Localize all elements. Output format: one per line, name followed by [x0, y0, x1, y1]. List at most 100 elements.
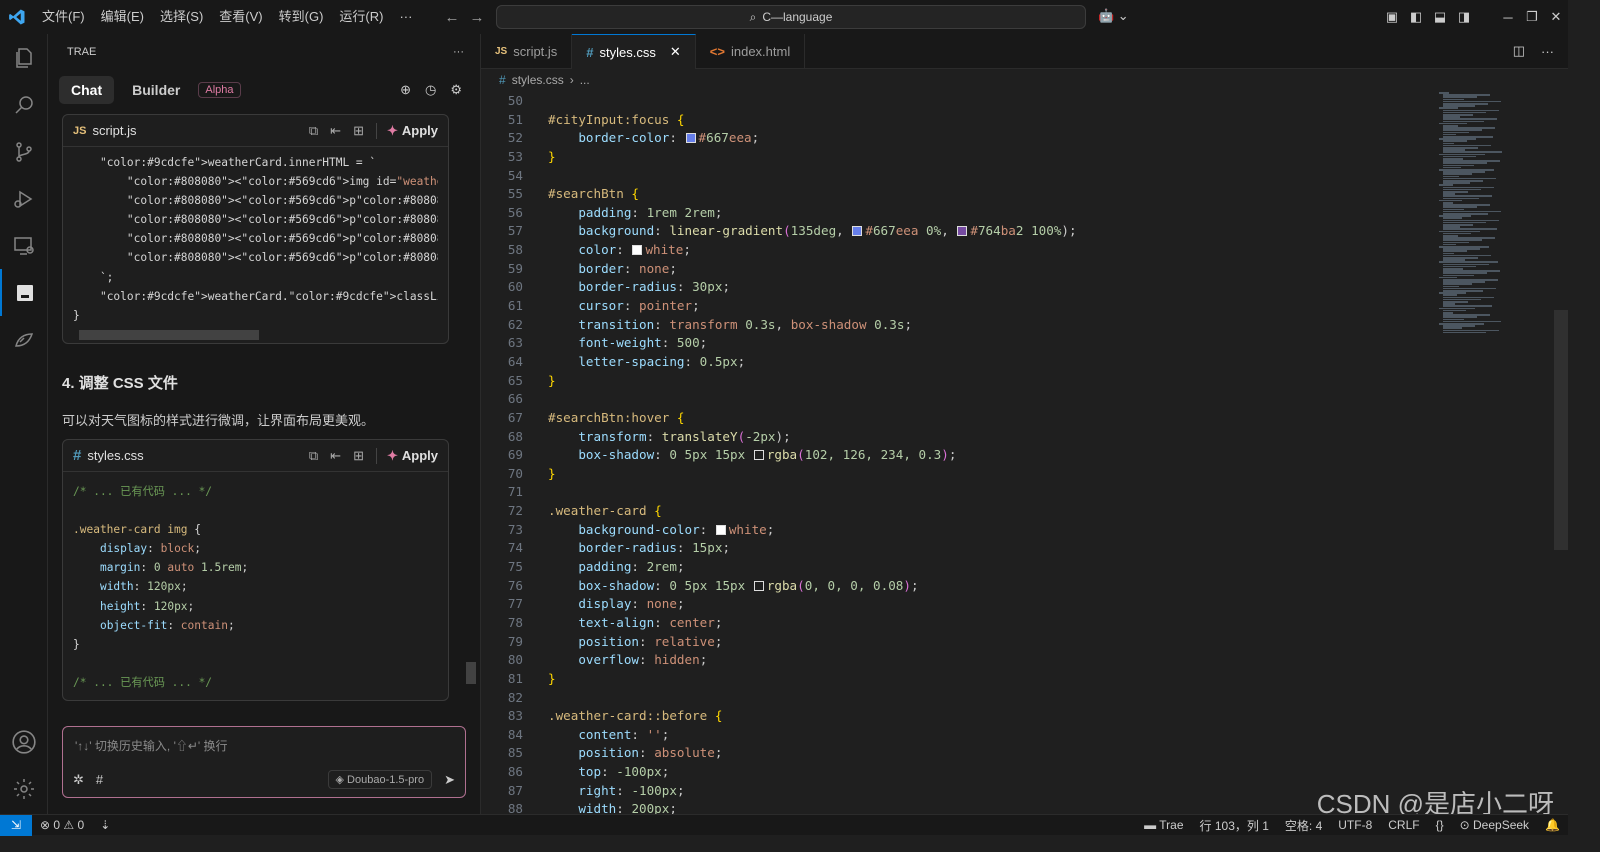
- restore-button[interactable]: ❐: [1520, 9, 1544, 25]
- source-control-icon[interactable]: [0, 128, 48, 175]
- editor-area: JS script.js # styles.css ✕ <> index.html ◫ ··· …: [481, 34, 1568, 814]
- code-line: 65}: [481, 372, 1481, 391]
- run-debug-icon[interactable]: [0, 175, 48, 222]
- history-icon[interactable]: ◷: [425, 82, 436, 98]
- remote-explorer-icon[interactable]: [0, 222, 48, 269]
- account-icon[interactable]: [0, 718, 48, 765]
- notifications-icon[interactable]: 🔔: [1537, 818, 1568, 832]
- tab-script-js[interactable]: JS script.js: [481, 34, 573, 69]
- chat-input-box[interactable]: '↑↓' 切换历史输入, '⇧↵' 换行 ✲ # ◈ Doubao-1.5-pr…: [62, 726, 466, 798]
- panel-scrollbar[interactable]: [466, 662, 476, 684]
- breadcrumb: # styles.css › ...: [481, 69, 1568, 91]
- breadcrumb-file[interactable]: styles.css: [512, 73, 564, 87]
- trae-status[interactable]: ▬ Trae: [1136, 818, 1191, 832]
- add-file-icon[interactable]: ⊞: [353, 448, 364, 464]
- close-icon[interactable]: ✕: [670, 44, 681, 60]
- apply-button[interactable]: ✦ Apply: [375, 122, 438, 139]
- debug-icon[interactable]: ⇣: [92, 818, 118, 832]
- code-line: 66: [481, 390, 1481, 409]
- explorer-icon[interactable]: [0, 34, 48, 81]
- minimap[interactable]: [1439, 92, 1549, 334]
- encoding[interactable]: UTF-8: [1330, 818, 1380, 832]
- code-line: 54: [481, 167, 1481, 186]
- toggle-panel-icon[interactable]: ⬓: [1428, 9, 1452, 25]
- extension-bird-icon[interactable]: [0, 316, 48, 363]
- copy-icon[interactable]: ⧉: [309, 448, 318, 464]
- cursor-position[interactable]: 行 103，列 1: [1192, 817, 1277, 834]
- tab-chat[interactable]: Chat: [59, 76, 115, 104]
- tab-index-html[interactable]: <> index.html: [696, 34, 806, 69]
- model-selector[interactable]: ◈ Doubao-1.5-pro: [327, 770, 433, 789]
- indentation[interactable]: 空格: 4: [1277, 817, 1330, 834]
- chat-settings-icon[interactable]: ⚙: [450, 82, 462, 98]
- remote-icon[interactable]: ⇲: [0, 814, 32, 836]
- minimap-line: [1443, 331, 1486, 334]
- more-actions-icon[interactable]: ···: [453, 46, 464, 58]
- line-number: 65: [507, 372, 523, 388]
- line-number: 61: [507, 298, 523, 314]
- menu-item[interactable]: 运行(R): [331, 0, 391, 34]
- line-number: 87: [507, 782, 523, 798]
- menu-item[interactable]: 选择(S): [152, 0, 211, 34]
- menu-item[interactable]: ···: [391, 0, 420, 34]
- settings-gear-icon[interactable]: [0, 765, 48, 812]
- close-button[interactable]: ✕: [1544, 9, 1568, 25]
- code-block-header: JS script.js ⧉ ⇤ ⊞ ✦ Apply: [63, 115, 448, 147]
- code-line: 72 .weather-card {: [481, 502, 1481, 521]
- line-number: 78: [507, 614, 523, 630]
- apply-button[interactable]: ✦ Apply: [375, 447, 438, 464]
- js-file-icon: JS: [73, 124, 87, 137]
- language-mode[interactable]: {}: [1428, 818, 1452, 832]
- tab-builder[interactable]: Builder: [120, 76, 192, 104]
- code-block-filename: styles.css: [87, 448, 144, 463]
- command-center-search[interactable]: ⌕ C—language: [496, 5, 1086, 29]
- line-source: font-weight: 500;: [578, 335, 708, 351]
- toggle-secondary-sidebar-icon[interactable]: ◨: [1452, 9, 1476, 25]
- editor-scrollbar[interactable]: [1554, 310, 1568, 550]
- send-icon[interactable]: ➤: [444, 772, 455, 788]
- line-source: width: 200px;: [578, 801, 677, 814]
- insert-icon[interactable]: ⇤: [330, 448, 341, 464]
- code-line: 83 .weather-card::before {: [481, 707, 1481, 726]
- toggle-primary-sidebar-icon[interactable]: ◧: [1404, 9, 1428, 25]
- menu-item[interactable]: 编辑(E): [93, 0, 152, 34]
- line-source: padding: 2rem;: [578, 559, 685, 575]
- line-source: }: [548, 148, 556, 164]
- menu-item[interactable]: 文件(F): [34, 0, 93, 34]
- line-source: }: [548, 465, 556, 481]
- line-number: 81: [507, 670, 523, 686]
- insert-icon[interactable]: ⇤: [330, 123, 341, 139]
- code-block-actions: ⧉ ⇤ ⊞ ✦ Apply: [309, 447, 438, 464]
- tab-styles-css[interactable]: # styles.css ✕: [572, 34, 696, 69]
- code-line: /* ... 已有代码 ... */: [73, 675, 213, 689]
- ai-status[interactable]: ⊙ DeepSeek: [1452, 818, 1537, 832]
- new-chat-icon[interactable]: ⊕: [400, 82, 411, 98]
- code-line: 60 border-radius: 30px;: [481, 278, 1481, 297]
- forward-arrow-icon[interactable]: →: [469, 9, 484, 26]
- line-number: 50: [507, 93, 523, 108]
- line-ending[interactable]: CRLF: [1380, 818, 1427, 832]
- copy-icon[interactable]: ⧉: [309, 123, 318, 139]
- vscode-logo-icon: [0, 0, 34, 34]
- back-arrow-icon[interactable]: ←: [444, 9, 459, 26]
- split-editor-icon[interactable]: ◫: [1513, 43, 1525, 59]
- problems-indicator[interactable]: ⊗ 0 ⚠ 0: [32, 818, 92, 832]
- sparkle-context-icon[interactable]: ✲: [73, 772, 84, 788]
- search-icon[interactable]: [0, 81, 48, 128]
- code-line: 62 transition: transform 0.3s, box-shado…: [481, 316, 1481, 335]
- menu-item[interactable]: 查看(V): [211, 0, 270, 34]
- more-actions-icon[interactable]: ···: [1541, 44, 1554, 59]
- code-editor[interactable]: 50 51 #cityInput:focus {52 border-color: …: [481, 92, 1481, 814]
- layout-customize-icon[interactable]: ▣: [1380, 9, 1404, 25]
- breadcrumb-symbol[interactable]: ...: [580, 73, 590, 87]
- line-number: 69: [507, 447, 523, 463]
- hash-context-icon[interactable]: #: [96, 772, 103, 787]
- line-source: box-shadow: 0 5px 15px rgba(0, 0, 0, 0.0…: [578, 577, 919, 593]
- copilot-icon[interactable]: 🤖 ⌄: [1098, 8, 1129, 24]
- add-file-icon[interactable]: ⊞: [353, 123, 364, 139]
- menu-item[interactable]: 转到(G): [271, 0, 332, 34]
- horizontal-scrollbar[interactable]: [79, 330, 259, 340]
- trae-label: Trae: [1159, 818, 1184, 832]
- minimize-button[interactable]: ─: [1496, 10, 1520, 25]
- trae-ai-icon[interactable]: [0, 269, 48, 316]
